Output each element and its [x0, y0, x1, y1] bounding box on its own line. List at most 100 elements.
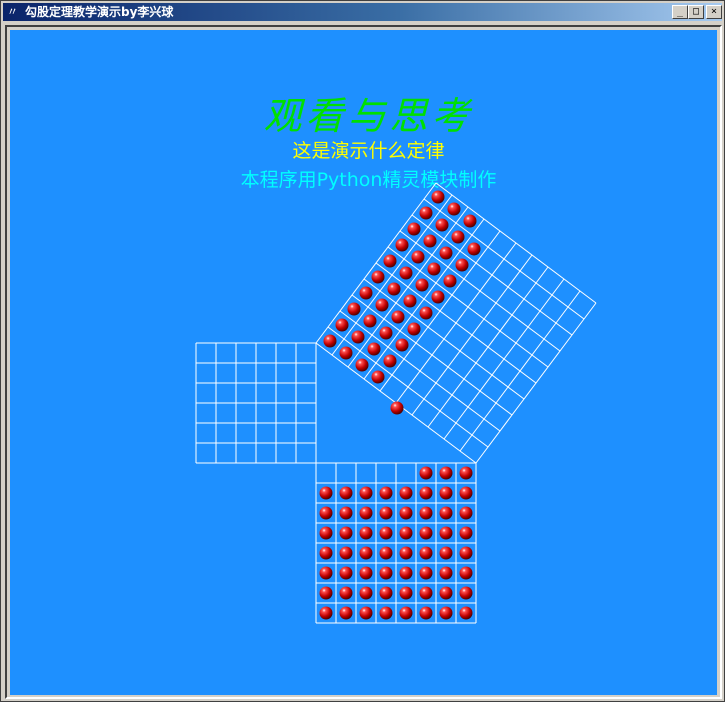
ball[interactable] — [459, 586, 473, 600]
title-bar[interactable]: 〃 勾股定理教学演示by李兴球 _ □ × — [3, 3, 722, 21]
ball[interactable] — [371, 370, 385, 384]
ball[interactable] — [459, 486, 473, 500]
minimize-button[interactable]: _ — [672, 5, 688, 19]
ball[interactable] — [419, 566, 433, 580]
ball[interactable] — [399, 266, 413, 280]
ball[interactable] — [459, 546, 473, 560]
drawing-canvas[interactable]: 观看与思考 这是演示什么定律 本程序用Python精灵模块制作 — [10, 30, 717, 695]
ball[interactable] — [431, 290, 445, 304]
ball[interactable] — [439, 486, 453, 500]
ball[interactable] — [459, 606, 473, 620]
ball[interactable] — [403, 294, 417, 308]
ball[interactable] — [439, 526, 453, 540]
ball[interactable] — [395, 338, 409, 352]
ball[interactable] — [407, 222, 421, 236]
ball[interactable] — [383, 254, 397, 268]
ball[interactable] — [439, 506, 453, 520]
ball[interactable] — [375, 298, 389, 312]
ball[interactable] — [427, 262, 441, 276]
ball[interactable] — [319, 526, 333, 540]
ball[interactable] — [319, 506, 333, 520]
ball[interactable] — [423, 234, 437, 248]
ball[interactable] — [319, 606, 333, 620]
ball[interactable] — [379, 506, 393, 520]
moving-ball[interactable] — [390, 401, 404, 415]
ball[interactable] — [395, 238, 409, 252]
ball[interactable] — [339, 486, 353, 500]
ball[interactable] — [439, 586, 453, 600]
ball[interactable] — [363, 314, 377, 328]
ball[interactable] — [419, 486, 433, 500]
ball[interactable] — [415, 278, 429, 292]
ball[interactable] — [339, 346, 353, 360]
ball[interactable] — [387, 282, 401, 296]
ball[interactable] — [319, 566, 333, 580]
ball[interactable] — [339, 586, 353, 600]
ball[interactable] — [379, 606, 393, 620]
ball[interactable] — [439, 606, 453, 620]
ball[interactable] — [459, 506, 473, 520]
ball[interactable] — [399, 566, 413, 580]
ball[interactable] — [371, 270, 385, 284]
ball[interactable] — [339, 506, 353, 520]
ball[interactable] — [359, 506, 373, 520]
ball[interactable] — [359, 586, 373, 600]
ball[interactable] — [359, 606, 373, 620]
ball[interactable] — [359, 486, 373, 500]
ball[interactable] — [335, 318, 349, 332]
ball[interactable] — [379, 486, 393, 500]
ball[interactable] — [379, 546, 393, 560]
ball[interactable] — [451, 230, 465, 244]
ball[interactable] — [383, 354, 397, 368]
ball[interactable] — [399, 486, 413, 500]
ball[interactable] — [347, 302, 361, 316]
ball[interactable] — [435, 218, 449, 232]
ball[interactable] — [407, 322, 421, 336]
ball[interactable] — [379, 586, 393, 600]
ball[interactable] — [439, 246, 453, 260]
ball[interactable] — [411, 250, 425, 264]
ball[interactable] — [459, 466, 473, 480]
ball[interactable] — [443, 274, 457, 288]
ball[interactable] — [447, 202, 461, 216]
ball[interactable] — [339, 546, 353, 560]
ball[interactable] — [379, 526, 393, 540]
ball[interactable] — [419, 526, 433, 540]
ball[interactable] — [367, 342, 381, 356]
ball[interactable] — [319, 486, 333, 500]
ball[interactable] — [319, 546, 333, 560]
ball[interactable] — [419, 306, 433, 320]
ball[interactable] — [379, 326, 393, 340]
ball[interactable] — [339, 566, 353, 580]
ball[interactable] — [391, 310, 405, 324]
maximize-button[interactable]: □ — [688, 5, 704, 19]
ball[interactable] — [399, 546, 413, 560]
ball[interactable] — [359, 286, 373, 300]
ball[interactable] — [359, 526, 373, 540]
ball[interactable] — [419, 586, 433, 600]
ball[interactable] — [323, 334, 337, 348]
ball[interactable] — [359, 546, 373, 560]
ball[interactable] — [459, 566, 473, 580]
ball[interactable] — [439, 466, 453, 480]
ball[interactable] — [379, 566, 393, 580]
ball[interactable] — [419, 206, 433, 220]
ball[interactable] — [467, 242, 481, 256]
ball[interactable] — [419, 506, 433, 520]
ball[interactable] — [399, 606, 413, 620]
ball[interactable] — [399, 506, 413, 520]
close-button[interactable]: × — [706, 5, 722, 19]
ball[interactable] — [455, 258, 469, 272]
ball[interactable] — [439, 546, 453, 560]
ball[interactable] — [463, 214, 477, 228]
ball[interactable] — [459, 526, 473, 540]
ball[interactable] — [399, 526, 413, 540]
ball[interactable] — [319, 586, 333, 600]
ball[interactable] — [431, 190, 445, 204]
ball[interactable] — [419, 606, 433, 620]
ball[interactable] — [419, 546, 433, 560]
ball[interactable] — [339, 606, 353, 620]
ball[interactable] — [355, 358, 369, 372]
ball[interactable] — [351, 330, 365, 344]
ball[interactable] — [419, 466, 433, 480]
